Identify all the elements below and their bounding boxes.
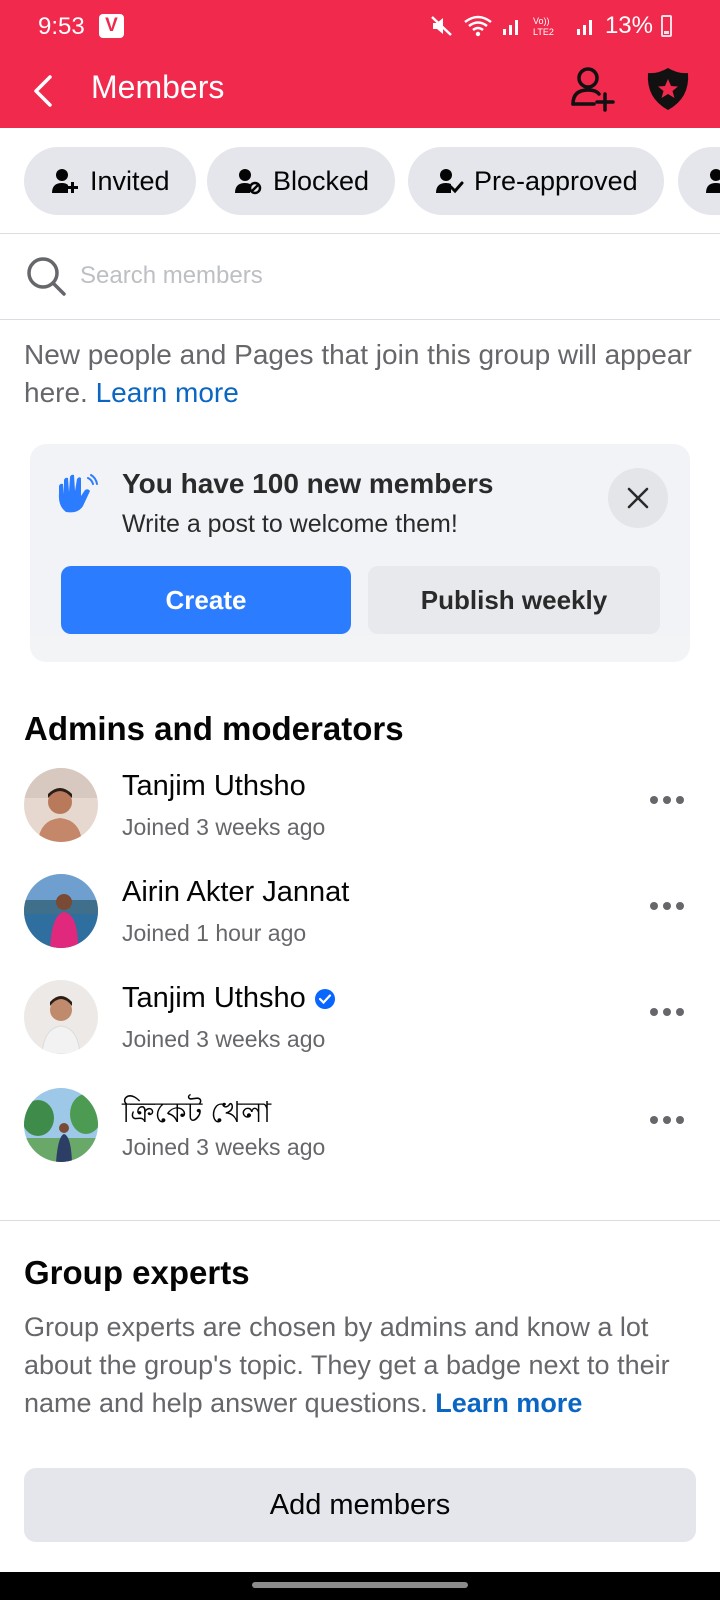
chip-label: Blocked [273,165,370,196]
member-joined: Joined 3 weeks ago [122,1026,326,1052]
section-divider [0,1220,720,1221]
search-input[interactable] [80,254,680,298]
chip-blocked[interactable]: Blocked [207,147,396,215]
member-joined: Joined 3 weeks ago [122,814,326,840]
verified-badge-icon [314,988,335,1009]
publish-weekly-button[interactable]: Publish weekly [368,566,660,634]
create-post-button[interactable]: Create [61,566,351,634]
battery-percent: 13% [604,12,653,39]
search-icon [27,257,66,296]
experts-learn-more-link[interactable]: Learn more [435,1388,582,1418]
chip-label: Invited [90,165,170,196]
chip-label: Pre-approved [474,165,638,196]
search-bar [0,234,720,320]
more-options-icon[interactable] [650,790,690,810]
member-joined: Joined 3 weeks ago [122,1134,326,1160]
join-info: New people and Pages that join this grou… [24,336,704,412]
admins-section-title: Admins and moderators [24,710,404,747]
learn-more-link[interactable]: Learn more [96,377,239,408]
system-nav-bar [0,1572,720,1600]
status-time: 9:53 [38,13,85,40]
volte-icon: Vo)) LTE2 [533,16,554,37]
member-name[interactable]: Tanjim Uthsho [122,770,306,803]
card-subtitle: Write a post to welcome them! [122,510,458,538]
member-row[interactable]: Tanjim Uthsho Joined 3 weeks ago [0,762,720,862]
status-bar: 9:53 V Vo)) LTE2 13% [0,0,720,54]
signal-icon [502,20,518,35]
experts-description: Group experts are chosen by admins and k… [24,1308,704,1422]
more-options-icon[interactable] [650,1002,690,1022]
member-name[interactable]: Airin Akter Jannat [122,876,349,909]
status-icons: Vo)) LTE2 13% [429,12,672,40]
battery-icon [661,15,672,37]
avatar[interactable] [24,768,98,842]
person-blocked-icon [235,169,262,195]
mute-icon [431,16,452,36]
card-title: You have 100 new members [122,468,494,499]
svg-text:Vo)): Vo)) [533,16,550,26]
chip-invited[interactable]: Invited [24,147,196,215]
avatar[interactable] [24,874,98,948]
app-header: Members [0,54,720,128]
carrier-badge: V [99,14,124,38]
more-options-icon[interactable] [650,1110,690,1130]
add-members-button[interactable]: Add members [24,1468,696,1542]
close-card-button[interactable] [608,468,668,528]
page-title: Members [91,69,225,105]
signal-icon-2 [576,20,592,35]
wifi-icon [464,15,492,37]
waving-hand-icon [58,474,98,513]
person-icon [706,169,720,193]
experts-section-title: Group experts [24,1254,250,1291]
filter-chips: Invited Blocked Pre-approved [0,128,720,234]
admin-shield-icon[interactable] [644,64,692,114]
close-icon [627,487,649,509]
avatar[interactable] [24,980,98,1054]
member-name[interactable]: ক্রিকেট খেলা [122,1090,271,1139]
svg-text:LTE2: LTE2 [533,27,554,37]
person-check-icon [436,169,464,194]
home-gesture-handle[interactable] [252,1582,468,1588]
new-members-card: You have 100 new members Write a post to… [30,444,690,662]
more-options-icon[interactable] [650,896,690,916]
chip-more[interactable] [678,147,720,215]
back-arrow-icon[interactable] [30,71,58,111]
member-name[interactable]: Tanjim Uthsho [122,982,336,1015]
chip-pre-approved[interactable]: Pre-approved [408,147,664,215]
add-person-icon[interactable] [568,64,616,114]
member-row[interactable]: Airin Akter Jannat Joined 1 hour ago [0,868,720,968]
member-row[interactable]: ক্রিকেট খেলা Joined 3 weeks ago [0,1082,720,1182]
person-plus-icon [52,169,78,193]
member-row[interactable]: Tanjim Uthsho Joined 3 weeks ago [0,974,720,1074]
avatar[interactable] [24,1088,98,1162]
member-joined: Joined 1 hour ago [122,920,307,946]
